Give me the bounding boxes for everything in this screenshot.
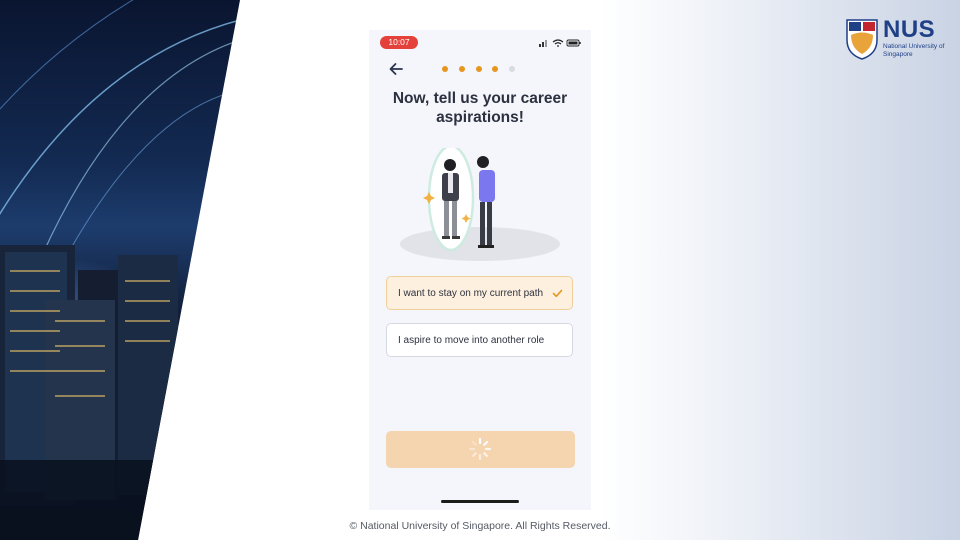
check-icon — [552, 289, 563, 298]
nus-wordmark: NUS — [883, 16, 936, 43]
progress-dot-5 — [509, 66, 516, 72]
copyright-footer: © National University of Singapore. All … — [349, 520, 611, 532]
nus-logo: NUS National University of Singapore — [845, 16, 945, 64]
signal-icon — [539, 40, 547, 47]
slide-background-gradient — [600, 0, 960, 540]
continue-button-loading[interactable] — [386, 431, 575, 468]
option-stay-current-path[interactable]: I want to stay on my current path — [386, 276, 573, 310]
status-icons — [539, 39, 581, 47]
option-move-another-role[interactable]: I aspire to move into another role — [386, 323, 573, 357]
progress-dot-4 — [492, 66, 499, 72]
option-label: I want to stay on my current path — [398, 288, 544, 299]
city-night-photo — [0, 0, 240, 540]
battery-icon — [566, 39, 581, 47]
step-progress-dots — [442, 66, 516, 73]
wifi-icon — [552, 39, 564, 47]
status-time: 10:07 — [380, 36, 418, 49]
nus-crest-icon — [846, 19, 878, 60]
status-bar: 10:07 — [369, 30, 591, 54]
progress-dot-1 — [442, 66, 448, 72]
page-title: Now, tell us your career aspirations! — [392, 90, 568, 126]
back-arrow-icon[interactable] — [387, 60, 405, 78]
mirror-illustration — [400, 148, 560, 261]
phone-screen: 10:07 Now, tell us your career aspiratio… — [369, 30, 591, 510]
spinner-icon — [468, 437, 492, 461]
home-indicator — [441, 500, 519, 503]
option-label: I aspire to move into another role — [398, 335, 545, 346]
nus-subtitle: National University of Singapore — [883, 43, 945, 58]
progress-dot-3 — [475, 66, 482, 72]
progress-dot-2 — [458, 66, 465, 72]
